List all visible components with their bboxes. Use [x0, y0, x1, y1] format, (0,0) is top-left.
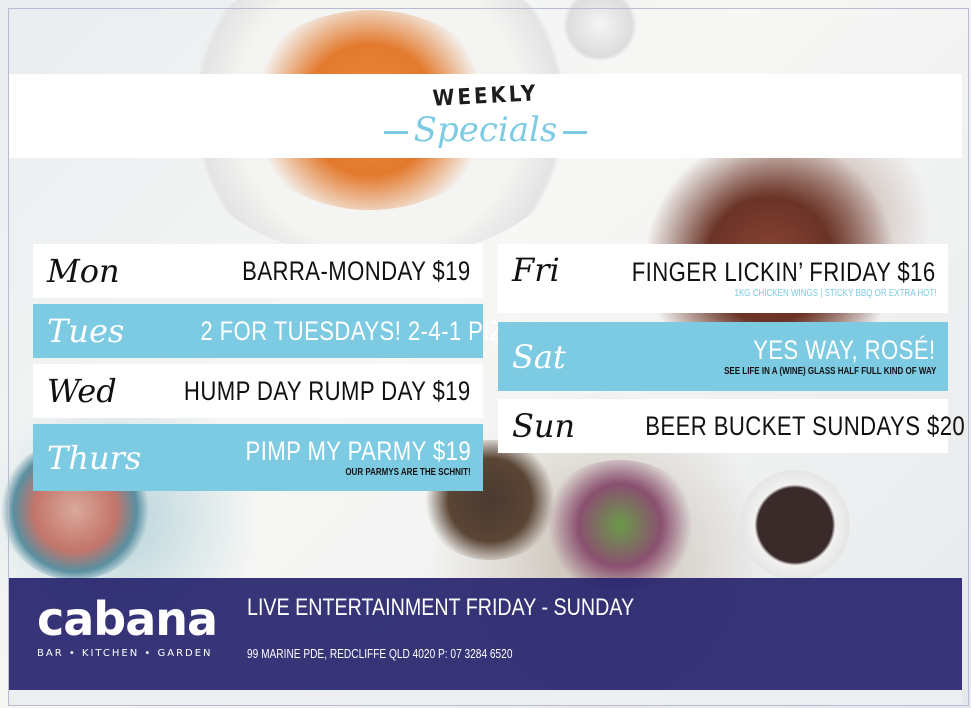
deal-text: BEER BUCKET SUNDAYS $20 [645, 410, 966, 441]
special-row-sun: Sun BEER BUCKET SUNDAYS $20 [498, 399, 965, 453]
special-row-wed: Wed HUMP DAY RUMP DAY $19 [33, 364, 483, 418]
special-row-fri: Fri FINGER LICKIN’ FRIDAY $16 1KG CHICKE… [498, 244, 948, 313]
day-label: Fri [512, 251, 560, 289]
cabana-logo: cabana [37, 592, 218, 646]
day-label: Wed [47, 372, 117, 410]
deal-text: BARRA-MONDAY $19 [242, 255, 471, 286]
special-row-sat: Sat YES WAY, ROSÉ! SEE LIFE IN A (WINE) … [498, 322, 948, 391]
deal-subtext: 1KG CHICKEN WINGS | STICKY BBQ OR EXTRA … [734, 287, 936, 299]
special-row-mon: Mon BARRA-MONDAY $19 [33, 244, 483, 298]
bottom-strip [9, 690, 962, 706]
logo-tagline: BAR • KITCHEN • GARDEN [37, 648, 213, 659]
day-label: Mon [47, 252, 120, 290]
header-banner: WEEKLY Specials [9, 74, 962, 158]
special-row-tues: Tues 2 FOR TUESDAYS! 2-4-1 PIZZAS [33, 304, 548, 358]
day-label: Thurs [47, 438, 142, 477]
deal-text: PIMP MY PARMY $19 [245, 435, 471, 466]
deal-text: 2 FOR TUESDAYS! 2-4-1 PIZZAS [200, 315, 549, 346]
deal-text: FINGER LICKIN’ FRIDAY $16 [632, 256, 936, 287]
deal-subtext: OUR PARMYS ARE THE SCHNIT! [345, 466, 471, 478]
address-text: 99 MARINE PDE, REDCLIFFE QLD 4020 P: 07 … [247, 646, 513, 661]
left-dash [383, 130, 408, 134]
deal-text: HUMP DAY RUMP DAY $19 [184, 375, 471, 406]
day-label: Sat [512, 337, 566, 376]
specials-poster: WEEKLY Specials Mon BARRA-MONDAY $19 Tue… [0, 0, 971, 708]
day-label: Sun [512, 407, 576, 445]
entertainment-text: LIVE ENTERTAINMENT FRIDAY - SUNDAY [247, 594, 635, 621]
specials-heading: Specials [9, 110, 962, 150]
day-label: Tues [47, 312, 125, 350]
specials-title: Specials [413, 110, 558, 150]
deal-subtext: SEE LIFE IN A (WINE) GLASS HALF FULL KIN… [723, 365, 936, 377]
special-row-thurs: Thurs PIMP MY PARMY $19 OUR PARMYS ARE T… [33, 424, 483, 491]
deal-text: YES WAY, ROSÉ! [753, 334, 936, 365]
right-dash [563, 130, 588, 134]
footer-banner: cabana BAR • KITCHEN • GARDEN LIVE ENTER… [9, 578, 962, 690]
